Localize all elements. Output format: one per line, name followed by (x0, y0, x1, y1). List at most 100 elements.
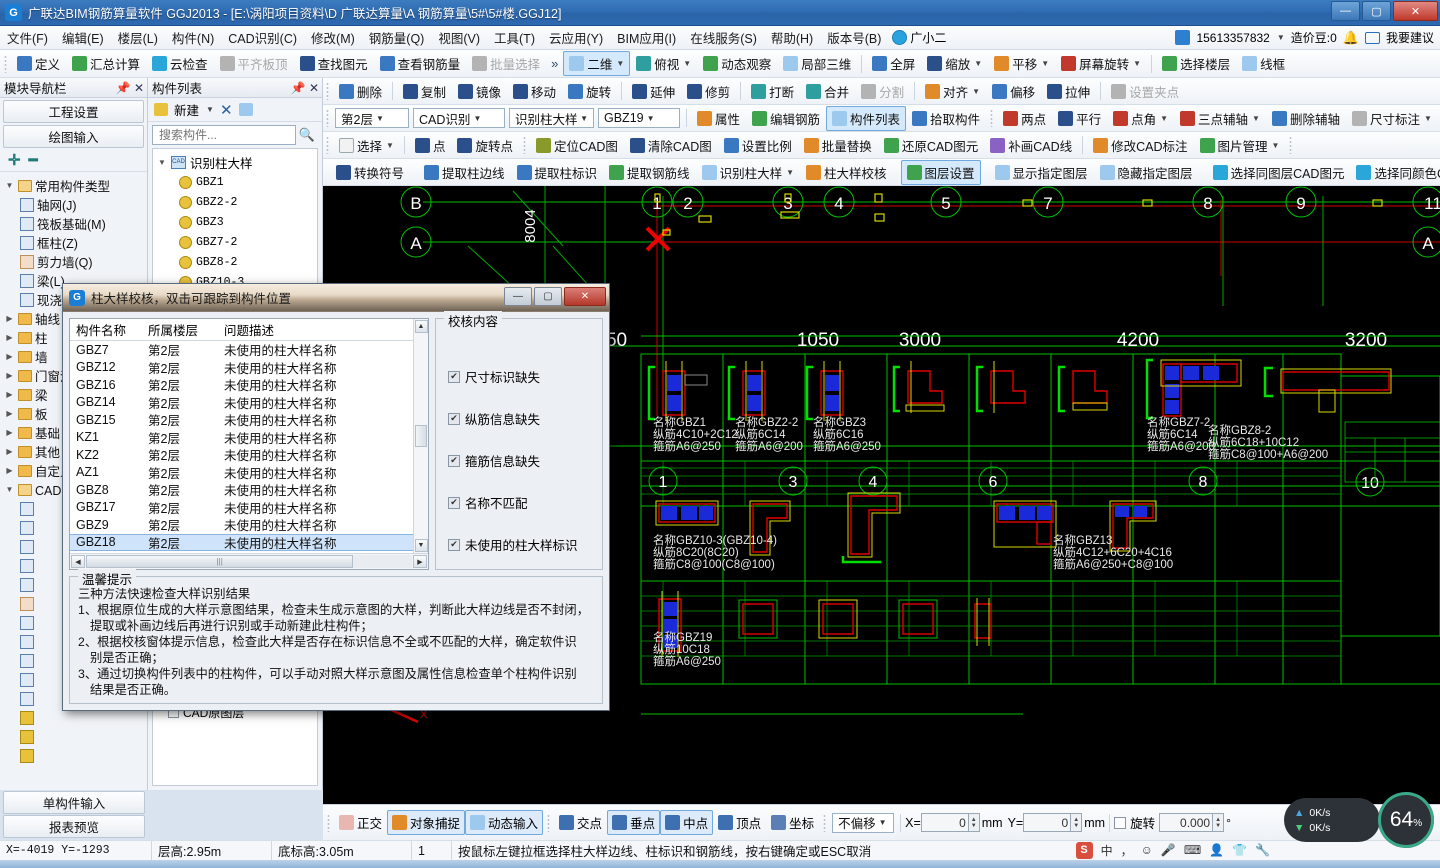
menu-item-version[interactable]: 版本号(B) (820, 26, 888, 49)
select-floor-button[interactable]: 选择楼层 (1156, 51, 1236, 76)
offset-chevron-down-icon[interactable]: ▼ (876, 818, 890, 827)
collapse-triangle-icon[interactable]: ▶ (4, 428, 15, 437)
column-header-name[interactable]: 构件名称 (70, 320, 142, 339)
dialog-close-button[interactable]: ✕ (564, 287, 606, 306)
component-search-box[interactable] (152, 125, 296, 145)
hide-layer-button[interactable]: 隐藏指定图层 (1094, 160, 1199, 185)
tree-node-common-types[interactable]: ▼ 常用构件类型 (4, 176, 147, 195)
collapse-triangle-icon[interactable]: ▶ (4, 409, 15, 418)
perpendicular-snap-button[interactable]: 垂点 (607, 810, 661, 835)
toolbar-grip[interactable] (4, 54, 7, 73)
menu-item-online-service[interactable]: 在线服务(S) (683, 26, 764, 49)
collapse-all-icon[interactable]: ━ (29, 151, 38, 169)
table-row[interactable]: GBZ8 第2层 未使用的柱大样名称 (70, 481, 413, 499)
member-chevron-down-icon[interactable]: ▼ (644, 114, 658, 123)
extend-button[interactable]: 延伸 (626, 79, 681, 104)
ime-chinese-mode[interactable]: 中 (1101, 842, 1113, 859)
collapse-triangle-icon[interactable]: ▶ (4, 314, 15, 323)
toolbar-overflow-icon[interactable]: » (546, 56, 563, 71)
bell-icon[interactable]: 🔔 (1343, 30, 1359, 46)
select-same-color-button[interactable]: 选择同颜色CAD图元 (1350, 160, 1440, 185)
toolbar4-grip[interactable] (326, 136, 329, 154)
table-row[interactable]: GBZ7 第2层 未使用的柱大样名称 (70, 341, 413, 359)
table-row[interactable]: KZ1 第2层 未使用的柱大样名称 (70, 429, 413, 447)
menu-item-bim-apps[interactable]: BIM应用(I) (610, 26, 683, 49)
component-list-button[interactable]: 构件列表 (826, 105, 907, 131)
edit-rebar-button[interactable]: 编辑钢筋 (746, 106, 826, 131)
properties-button[interactable]: 属性 (691, 106, 746, 131)
checkbox-checked-icon[interactable]: ✔ (448, 370, 460, 383)
pin-icon[interactable]: 📌 (290, 81, 306, 95)
image-manager-chevron-down-icon[interactable]: ▼ (1272, 141, 1280, 150)
column-detail-check-dialog[interactable]: G 柱大样校核，双击可跟踪到构件位置 — ▢ ✕ 构件名称 所属楼层 问题描述 … (62, 283, 610, 711)
close-icon[interactable]: ✕ (306, 81, 322, 95)
close-icon[interactable]: ✕ (131, 81, 147, 95)
expand-all-icon[interactable]: ✛ (8, 151, 21, 169)
drawing-input-button[interactable]: 绘图输入 (3, 125, 144, 148)
collapse-triangle-icon[interactable]: ▶ (4, 352, 15, 361)
toolbar-find-element-button[interactable]: 查找图元 (294, 51, 374, 76)
move-button[interactable]: 移动 (507, 79, 562, 104)
extract-rebar-line-button[interactable]: 提取钢筋线 (603, 160, 696, 185)
expand-triangle-icon[interactable]: ▼ (4, 485, 15, 494)
maximize-button[interactable]: ▢ (1362, 1, 1391, 21)
check-option-longitudinal-missing[interactable]: ✔ 纵筋信息缺失 (448, 409, 592, 428)
convert-symbol-button[interactable]: 转换符号 (330, 160, 410, 185)
floor-selector[interactable]: 第2层 ▼ (335, 108, 409, 128)
module-chevron-down-icon[interactable]: ▼ (470, 114, 484, 123)
ime-logo-icon[interactable]: S (1075, 841, 1093, 859)
tree-item-shear-wall[interactable]: 剪力墙(Q) (4, 252, 147, 271)
parallel-button[interactable]: 平行 (1052, 106, 1107, 131)
new-button[interactable]: 新建 (174, 100, 199, 119)
x-stepper[interactable]: ▲ ▼ (968, 813, 980, 832)
image-manager-button[interactable]: 图片管理 ▼ (1194, 133, 1286, 158)
pick-component-button[interactable]: 拾取构件 (906, 106, 986, 131)
column-detail-check-button[interactable]: 柱大样校核 (800, 160, 893, 185)
collapse-triangle-icon[interactable]: ▶ (4, 466, 15, 475)
zoom-chevron-down-icon[interactable]: ▼ (974, 59, 982, 68)
break-button[interactable]: 打断 (745, 79, 800, 104)
stretch-button[interactable]: 拉伸 (1041, 79, 1096, 104)
mirror-button[interactable]: 镜像 (452, 79, 507, 104)
rotate-input[interactable]: 0.000 (1159, 813, 1214, 832)
select-same-layer-button[interactable]: 选择同图层CAD图元 (1207, 160, 1351, 185)
ime-mic-icon[interactable]: 🎤 (1161, 843, 1176, 857)
midpoint-snap-button[interactable]: 中点 (660, 810, 714, 835)
statusbar-grip[interactable] (327, 813, 330, 832)
point-angle-chevron-down-icon[interactable]: ▼ (1160, 114, 1168, 123)
grid-horizontal-scrollbar[interactable]: ◀ ||| ▶ (70, 553, 428, 569)
layer-settings-button[interactable]: 图层设置 (900, 159, 981, 185)
extract-column-edge-button[interactable]: 提取柱边线 (418, 160, 511, 185)
member-selector[interactable]: GBZ19 ▼ (598, 108, 680, 128)
table-row[interactable]: GBZ17 第2层 未使用的柱大样名称 (70, 499, 413, 517)
project-settings-button[interactable]: 工程设置 (3, 100, 144, 123)
ime-emoji-icon[interactable]: ☺ (1141, 843, 1153, 857)
checkbox-checked-icon[interactable]: ✔ (448, 538, 460, 551)
feedback-icon[interactable] (1364, 31, 1380, 44)
column-header-floor[interactable]: 所属楼层 (142, 320, 218, 339)
rotate-stepper[interactable]: ▲ ▼ (1213, 813, 1225, 832)
recognize-column-chevron-down-icon[interactable]: ▼ (786, 168, 794, 177)
menu-item-tools[interactable]: 工具(T) (487, 26, 542, 49)
set-scale-button[interactable]: 设置比例 (718, 133, 798, 158)
dialog-maximize-button[interactable]: ▢ (534, 287, 562, 306)
statusbar-grip2[interactable] (547, 813, 551, 832)
issue-grid[interactable]: 构件名称 所属楼层 问题描述 GBZ7 第2层 未使用的柱大样名称 GBZ12 … (69, 318, 429, 570)
check-option-unused-mark[interactable]: ✔ 未使用的柱大样标识 (448, 535, 592, 554)
column-header-desc[interactable]: 问题描述 (218, 320, 413, 339)
menu-item-help[interactable]: 帮助(H) (764, 26, 820, 49)
checkbox-checked-icon[interactable]: ✔ (448, 454, 460, 467)
partial-3d-button[interactable]: 局部三维 (777, 51, 857, 76)
scrollbar-thumb[interactable] (415, 425, 427, 447)
point-button[interactable]: 点 (409, 133, 452, 158)
show-layer-button[interactable]: 显示指定图层 (989, 160, 1094, 185)
menu-item-component[interactable]: 构件(N) (165, 26, 221, 49)
mascot-button[interactable]: 广小二 (892, 29, 946, 46)
restore-cad-element-button[interactable]: 还原CAD图元 (878, 133, 984, 158)
scroll-right-icon[interactable]: ▶ (413, 555, 427, 568)
y-input[interactable]: 0 (1023, 813, 1072, 832)
tree-item-cad-14[interactable] (4, 746, 147, 765)
screen-rotate-button[interactable]: 屏幕旋转 ▼ (1055, 51, 1147, 76)
three-point-axis-button[interactable]: 三点辅轴 ▼ (1174, 106, 1266, 131)
expand-triangle-icon[interactable]: ▼ (4, 181, 15, 190)
